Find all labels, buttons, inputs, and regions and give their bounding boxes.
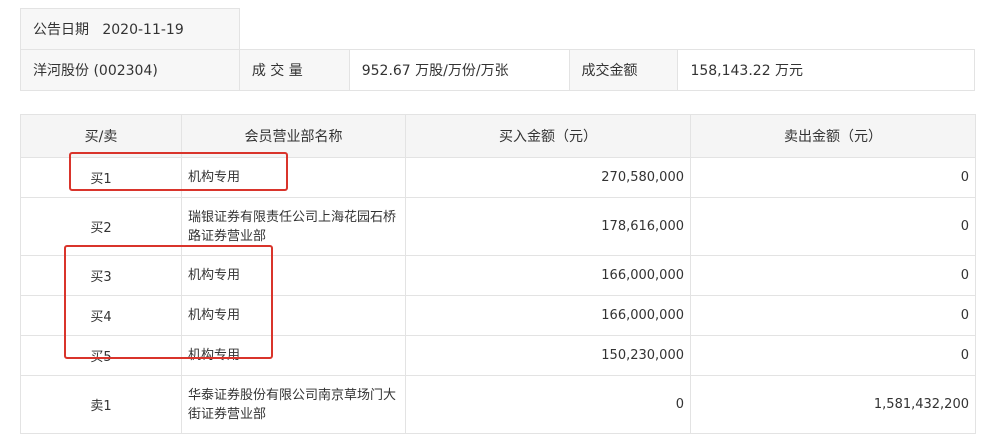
volume-label: 成 交 量 [238, 49, 350, 91]
buy-cell: 166,000,000 [405, 255, 691, 296]
stock-name: 洋河股份 (002304) [20, 49, 240, 91]
side-cell: 卖1 [20, 375, 182, 434]
sell-cell: 1,581,432,200 [690, 375, 976, 434]
branch-cell: 华泰证券股份有限公司南京草场门大街证券营业部 [181, 375, 406, 434]
sell-cell: 0 [690, 335, 976, 376]
header-sell: 卖出金额（元） [690, 114, 976, 158]
buy-cell: 178,616,000 [405, 197, 691, 256]
buy-cell: 270,580,000 [405, 157, 691, 198]
summary-table: 公告日期 2020-11-19 洋河股份 (002304) 成 交 量 952.… [20, 8, 975, 91]
header-buy: 买入金额（元） [405, 114, 691, 158]
amount-value: 158,143.22 万元 [677, 49, 975, 91]
date-label: 公告日期 [33, 22, 89, 38]
sell-cell: 0 [690, 295, 976, 336]
highlight-box-buy3-5 [64, 245, 273, 359]
buy-cell: 166,000,000 [405, 295, 691, 336]
sell-cell: 0 [690, 197, 976, 256]
table-row: 卖1 华泰证券股份有限公司南京草场门大街证券营业部 0 1,581,432,20… [20, 375, 976, 434]
highlight-box-buy1 [69, 152, 288, 191]
sell-cell: 0 [690, 255, 976, 296]
announcement-date: 公告日期 2020-11-19 [20, 8, 240, 50]
buy-cell: 150,230,000 [405, 335, 691, 376]
blank-cell [238, 8, 975, 50]
amount-label: 成交金额 [568, 49, 679, 91]
volume-value: 952.67 万股/万份/万张 [348, 49, 570, 91]
buy-cell: 0 [405, 375, 691, 434]
date-value: 2020-11-19 [102, 22, 184, 38]
sell-cell: 0 [690, 157, 976, 198]
